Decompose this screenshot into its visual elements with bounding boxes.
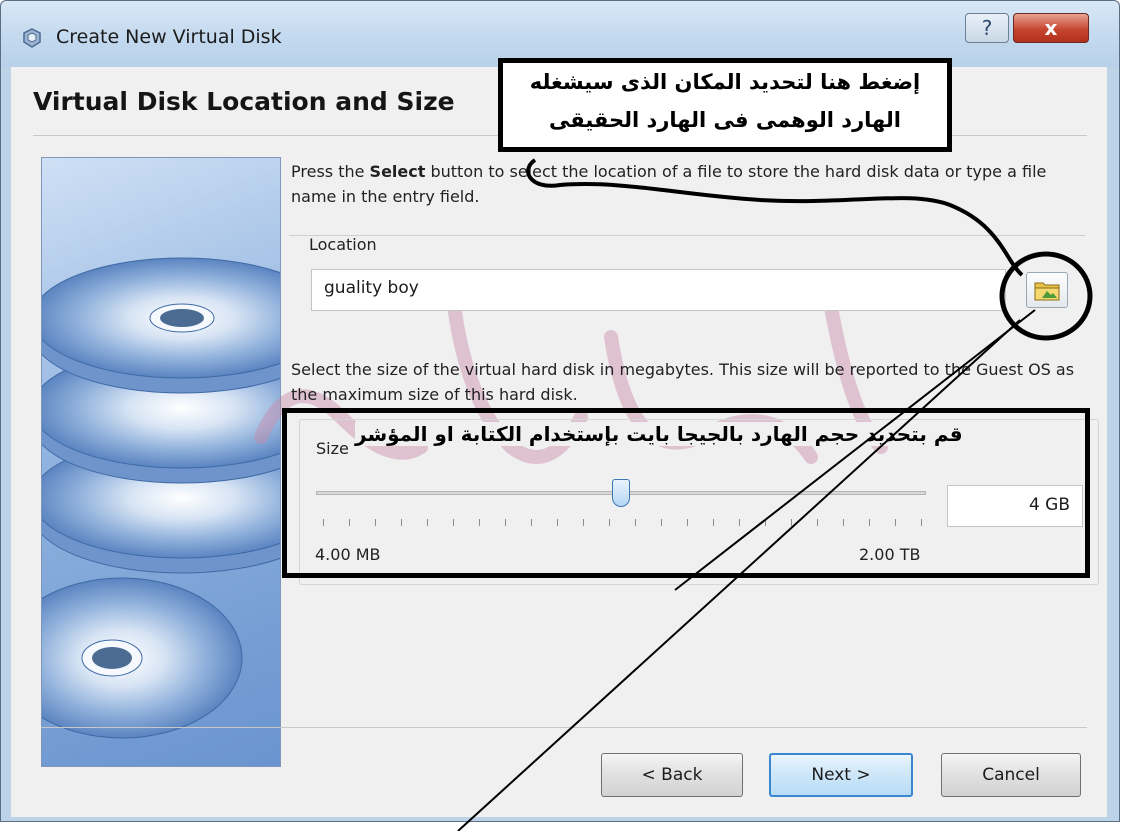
location-label: Location [309, 235, 377, 254]
help-button[interactable]: ? [965, 13, 1009, 43]
close-button[interactable]: x [1013, 13, 1089, 43]
help-icon: ? [981, 16, 993, 40]
annotation-location-note: إضغط هنا لتحديد المكان الذى سيشغله الهار… [498, 58, 952, 152]
cancel-button[interactable]: Cancel [941, 753, 1081, 797]
annotation-text-line: إضغط هنا لتحديد المكان الذى سيشغله [529, 70, 921, 94]
divider [41, 727, 1087, 728]
next-button[interactable]: Next > [769, 753, 913, 797]
back-button[interactable]: < Back [601, 753, 743, 797]
location-input[interactable]: guality boy [311, 269, 1006, 311]
annotation-size-note: قم بتحديد حجم الهارد بالجيجا بايت بإستخد… [355, 422, 1045, 446]
folder-icon [1034, 282, 1060, 301]
location-instruction: Press the Select button to select the lo… [291, 162, 1047, 206]
size-instruction: Select the size of the virtual hard disk… [291, 360, 1075, 404]
page-title: Virtual Disk Location and Size [33, 87, 455, 116]
select-location-button[interactable] [1026, 272, 1068, 308]
annotation-text-line: الهارد الوهمى فى الهارد الحقيقى [548, 108, 902, 132]
close-icon: x [1044, 16, 1058, 40]
window-title: Create New Virtual Disk [56, 26, 282, 48]
virtualbox-icon [23, 28, 41, 48]
wizard-disks-illustration [41, 157, 281, 767]
